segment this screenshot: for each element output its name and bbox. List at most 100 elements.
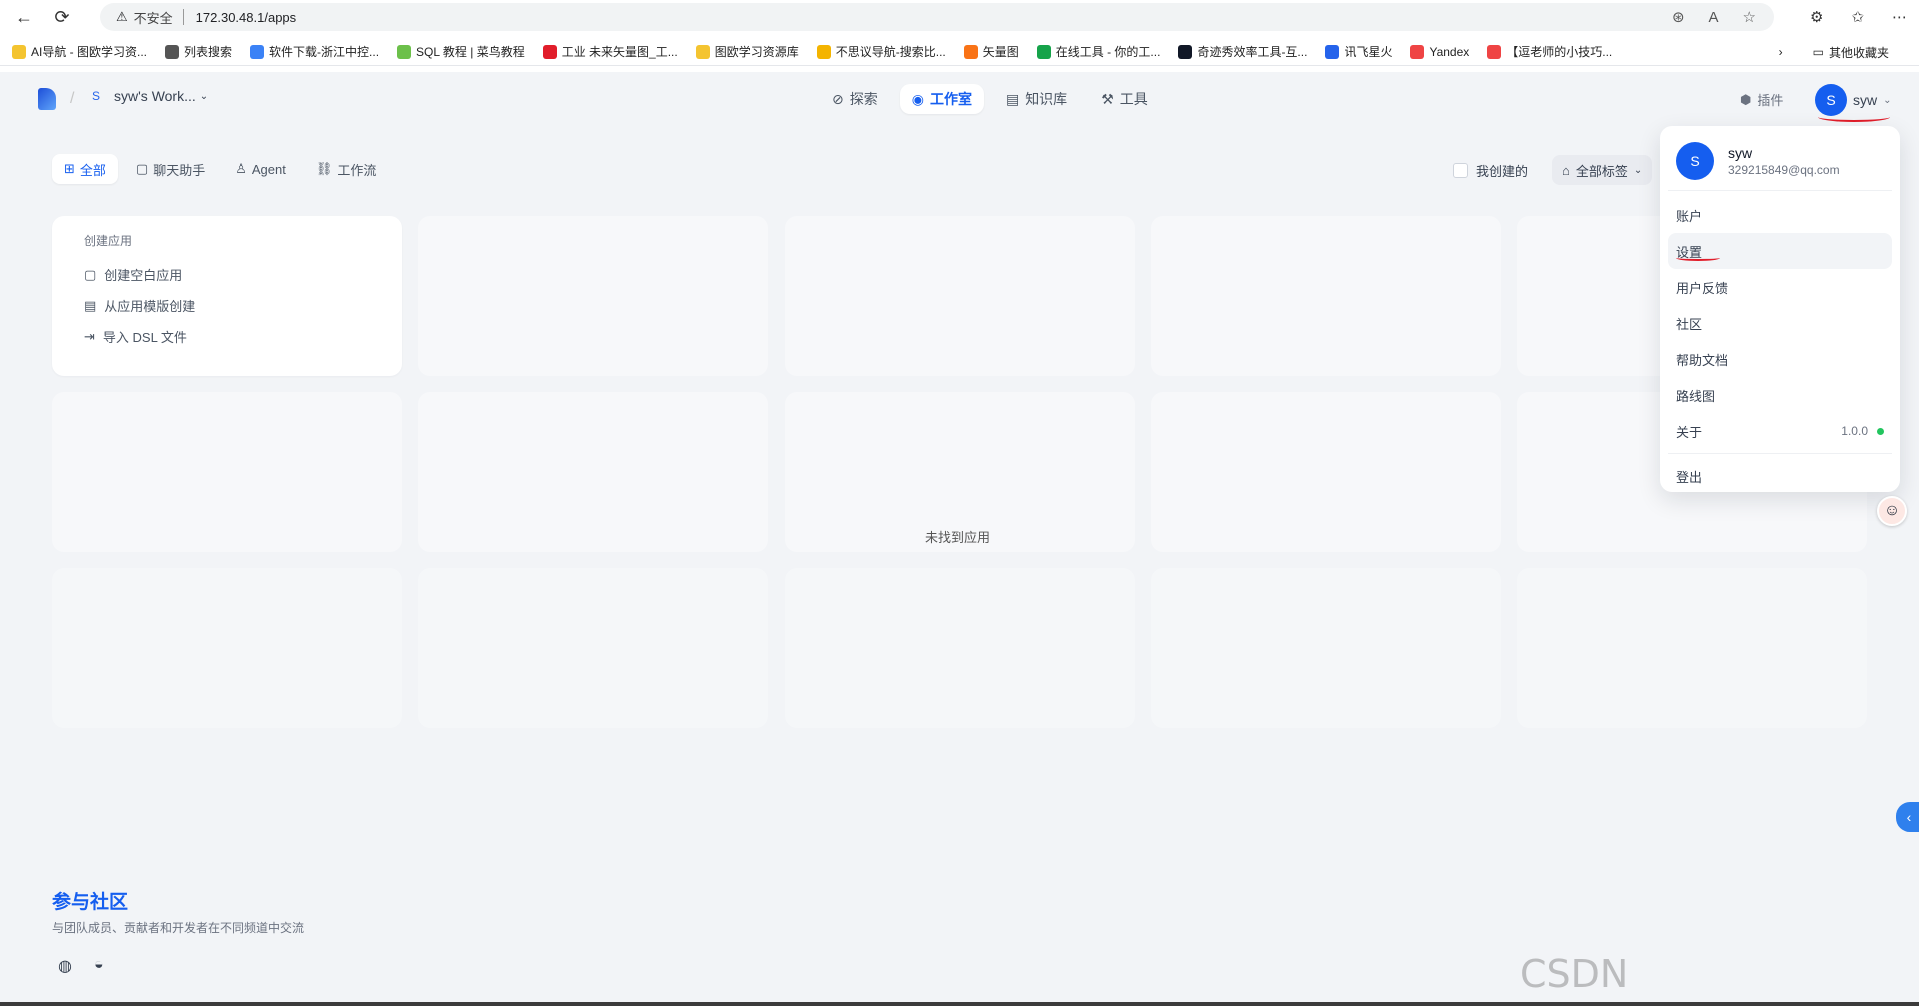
cube-icon: ⬢ bbox=[1740, 91, 1752, 107]
app-card-placeholder bbox=[785, 216, 1135, 376]
empty-state-text: 未找到应用 bbox=[925, 530, 991, 545]
main-nav: ⊘ 探索 ◉ 工作室 ▤ 知识库 ⚒ 工具 bbox=[820, 84, 1160, 114]
bookmark-item[interactable]: 软件下载-浙江中控... bbox=[250, 43, 379, 60]
other-bookmarks[interactable]: ▭ 其他收藏夹 bbox=[1813, 44, 1889, 61]
browser-toolbar: ← ⟳ ⚠ 不安全 172.30.48.1/apps ⊛ A ☆ ⚙ ✩ ⋯ bbox=[0, 0, 1919, 34]
user-dropdown-menu: S syw 329215849@qq.com 账户 设置 用户反馈 社区 帮助文… bbox=[1660, 126, 1900, 492]
bookmark-item[interactable]: 【逗老师的小技巧... bbox=[1487, 43, 1612, 60]
menu-item-account[interactable]: 账户 bbox=[1668, 197, 1892, 233]
bookmark-item[interactable]: AI导航 - 图欧学习资... bbox=[12, 43, 147, 60]
tag-filter-select[interactable]: ⌂ 全部标签 ⌄ bbox=[1552, 155, 1653, 185]
create-from-template[interactable]: ▤ 从应用模版创建 bbox=[84, 290, 382, 321]
translate-icon[interactable]: ⊛ bbox=[1672, 8, 1685, 26]
menu-item-community[interactable]: 社区 bbox=[1668, 305, 1892, 341]
bookmark-item[interactable]: 在线工具 - 你的工... bbox=[1036, 43, 1160, 60]
menu-item-settings[interactable]: 设置 bbox=[1668, 233, 1892, 269]
community-title: 参与社区 bbox=[52, 892, 129, 913]
tag-icon: ⌂ bbox=[1562, 162, 1570, 178]
menu-divider bbox=[1668, 453, 1892, 454]
workspace-name: syw's Work... bbox=[114, 88, 196, 104]
created-by-me-checkbox[interactable] bbox=[1453, 163, 1468, 178]
tab-all[interactable]: ⊞ 全部 bbox=[52, 154, 118, 184]
bookmark-item[interactable]: 图欧学习资源库 bbox=[695, 43, 799, 60]
bookmark-favicon-icon bbox=[816, 44, 831, 59]
user-name: syw bbox=[1853, 92, 1878, 108]
address-bar[interactable]: ⚠ 不安全 172.30.48.1/apps ⊛ A ☆ bbox=[100, 3, 1774, 31]
app-header: / S syw's Work... ⌄ ⊘ 探索 ◉ 工作室 ▤ 知识库 ⚒ 工具 ⬢ … bbox=[0, 72, 1919, 128]
back-arrow-icon[interactable]: ← bbox=[10, 3, 38, 31]
bookmark-favicon-icon bbox=[12, 44, 26, 59]
template-icon: ▤ bbox=[84, 297, 97, 313]
tab-agent[interactable]: ♙ Agent bbox=[223, 154, 298, 184]
chevron-down-icon: ⌄ bbox=[1633, 164, 1643, 176]
create-app-card: 创建应用 ▢ 创建空白应用 ▤ 从应用模版创建 ⇥ 导入 DSL 文件 bbox=[52, 216, 402, 376]
bookmark-item[interactable]: 矢量图 bbox=[963, 43, 1019, 60]
user-menu-header: S syw 329215849@qq.com bbox=[1668, 134, 1892, 191]
breadcrumb-slash: / bbox=[70, 90, 75, 107]
app-card-placeholder bbox=[1517, 568, 1867, 728]
bookmark-favicon-icon bbox=[1487, 44, 1502, 59]
watermark: CSDN @m0_53591319 bbox=[1520, 952, 1832, 1006]
community-description: 与团队成员、贡献者和开发者在不同频道中交流 bbox=[52, 921, 305, 935]
app-card-placeholder bbox=[1151, 392, 1501, 552]
bookmark-item[interactable]: 不思议导航-搜索比... bbox=[816, 43, 946, 60]
app-card-placeholder bbox=[52, 392, 402, 552]
plugin-button[interactable]: ⬢ 插件 bbox=[1740, 90, 1783, 109]
annotation-underline bbox=[1676, 255, 1720, 261]
menu-item-logout[interactable]: 登出 bbox=[1668, 458, 1892, 494]
hammer-icon: ⚒ bbox=[1101, 90, 1114, 107]
new-file-icon: ▢ bbox=[84, 266, 97, 282]
import-icon: ⇥ bbox=[84, 328, 95, 344]
version-label: 1.0.0 bbox=[1841, 424, 1868, 438]
bookmark-item[interactable]: 讯飞星火 bbox=[1325, 43, 1392, 60]
app-card-placeholder bbox=[418, 392, 768, 552]
chevron-left-icon: ‹ bbox=[1906, 809, 1912, 825]
avatar: S bbox=[1676, 142, 1714, 180]
collapse-panel-button[interactable]: ‹ bbox=[1896, 802, 1919, 832]
robot-icon: ◉ bbox=[911, 90, 924, 107]
chat-icon: ▢ bbox=[135, 161, 149, 176]
assistant-avatar[interactable]: ☺ bbox=[1877, 496, 1907, 526]
import-dsl-file[interactable]: ⇥ 导入 DSL 文件 bbox=[84, 321, 382, 352]
url-text[interactable]: 172.30.48.1/apps bbox=[196, 10, 296, 25]
book-icon: ▤ bbox=[1005, 90, 1020, 107]
compass-icon: ⊘ bbox=[832, 90, 844, 107]
bookmark-favicon-icon bbox=[250, 44, 265, 59]
menu-item-about[interactable]: 关于 1.0.0 bbox=[1668, 413, 1892, 449]
bookmark-favicon-icon bbox=[963, 44, 978, 59]
bookmark-item[interactable]: SQL 教程 | 菜鸟教程 bbox=[397, 43, 525, 60]
nav-studio[interactable]: ◉ 工作室 bbox=[899, 84, 984, 114]
workflow-icon: ⛓ bbox=[315, 161, 333, 176]
menu-item-roadmap[interactable]: 路线图 bbox=[1668, 377, 1892, 413]
app-logo[interactable] bbox=[38, 88, 56, 110]
bookmark-item[interactable]: 列表搜索 bbox=[165, 43, 232, 60]
favorites-icon[interactable]: ✩ bbox=[1851, 8, 1864, 26]
more-menu-icon[interactable]: ⋯ bbox=[1892, 8, 1907, 26]
folder-icon: ▭ bbox=[1812, 45, 1824, 59]
reload-icon[interactable]: ⟳ bbox=[48, 3, 76, 31]
bookmark-item[interactable]: 奇迹秀效率工具-互... bbox=[1178, 43, 1307, 60]
bottom-border bbox=[0, 1002, 1919, 1006]
created-by-me-filter[interactable]: 我创建的 bbox=[1453, 161, 1528, 180]
bookmark-favicon-icon bbox=[165, 44, 180, 59]
nav-tools[interactable]: ⚒ 工具 bbox=[1089, 84, 1160, 114]
workspace-selector[interactable]: S syw's Work... ⌄ bbox=[92, 88, 208, 104]
menu-item-docs[interactable]: 帮助文档 bbox=[1668, 341, 1892, 377]
bookmark-item[interactable]: Yandex bbox=[1410, 44, 1469, 59]
extensions-icon[interactable]: ⚙ bbox=[1810, 8, 1823, 26]
tab-chat-assistant[interactable]: ▢ 聊天助手 bbox=[124, 154, 217, 184]
bookmarks-overflow-icon[interactable]: › bbox=[1779, 45, 1783, 59]
discord-icon[interactable]: ◒ bbox=[94, 956, 104, 976]
menu-item-feedback[interactable]: 用户反馈 bbox=[1668, 269, 1892, 305]
github-icon[interactable]: ◍ bbox=[58, 956, 72, 976]
bookmark-item[interactable]: 工业 未来矢量图_工... bbox=[542, 43, 678, 60]
workspace-badge: S bbox=[92, 89, 101, 103]
read-aloud-icon[interactable]: A bbox=[1709, 9, 1719, 26]
nav-explore[interactable]: ⊘ 探索 bbox=[820, 84, 890, 114]
favorite-star-icon[interactable]: ☆ bbox=[1743, 8, 1756, 26]
bookmark-favicon-icon bbox=[1325, 44, 1340, 59]
create-blank-app[interactable]: ▢ 创建空白应用 bbox=[84, 259, 382, 290]
nav-knowledge[interactable]: ▤ 知识库 bbox=[994, 84, 1079, 114]
tab-workflow[interactable]: ⛓ 工作流 bbox=[304, 154, 389, 184]
avatar: S bbox=[1815, 84, 1847, 116]
